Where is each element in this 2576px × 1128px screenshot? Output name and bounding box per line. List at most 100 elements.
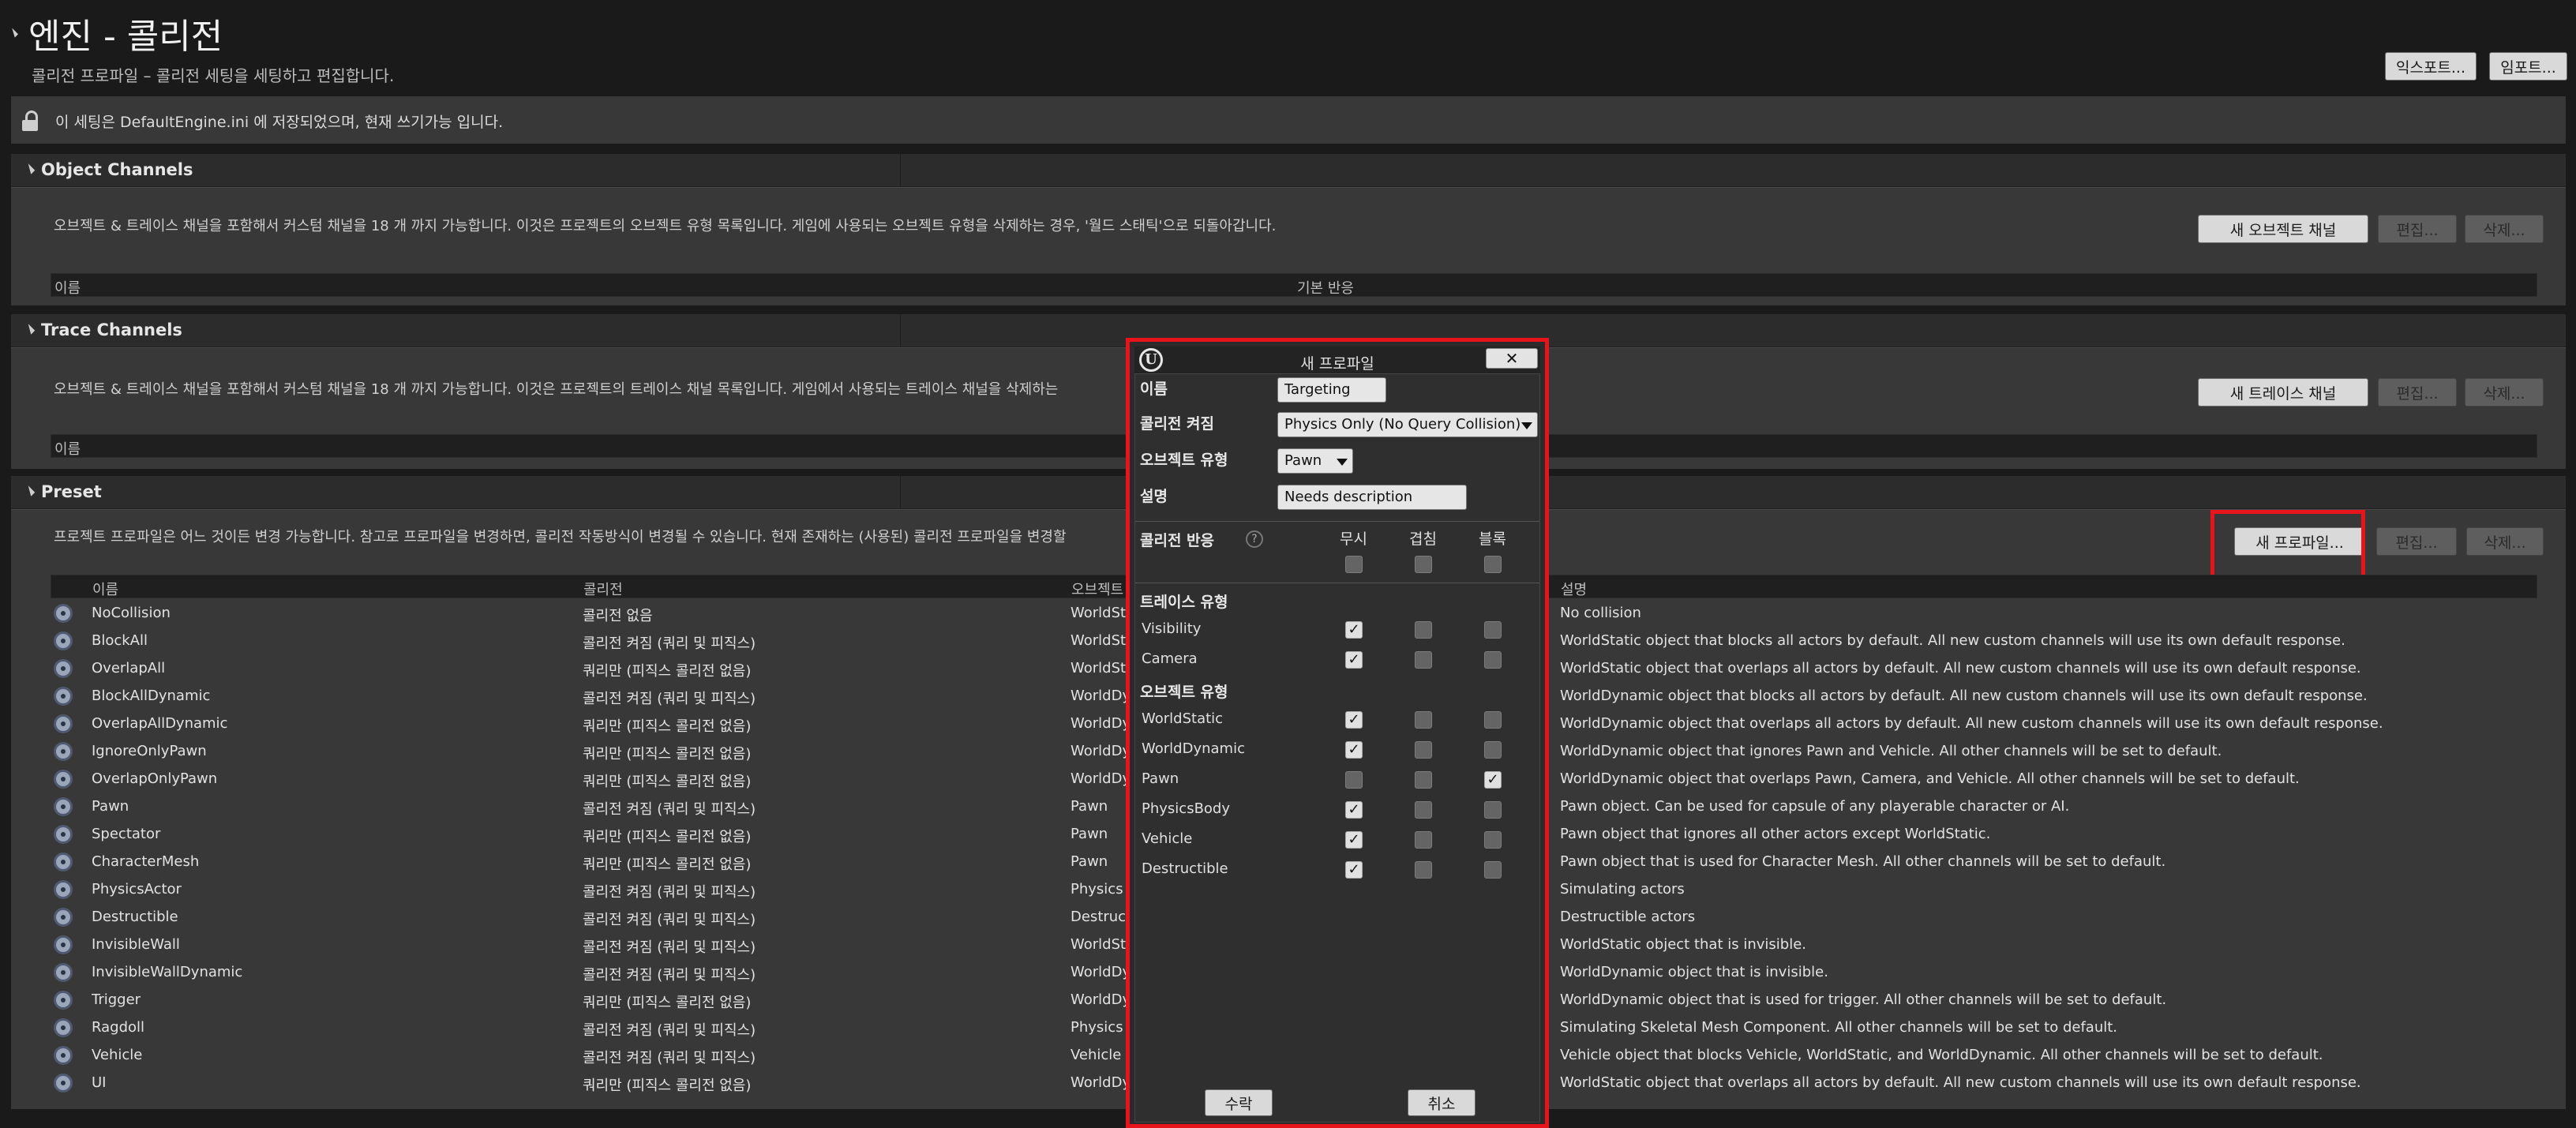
all-block-checkbox[interactable]: [1484, 556, 1502, 573]
overlap-checkbox[interactable]: [1415, 861, 1432, 879]
new-object-channel-button[interactable]: 새 오브젝트 채널: [2198, 215, 2368, 243]
row-description: Vehicle object that blocks Vehicle, Worl…: [1560, 1047, 2323, 1063]
block-checkbox[interactable]: [1484, 801, 1502, 819]
name-input[interactable]: Targeting: [1277, 377, 1386, 403]
row-object: WorldDy: [1071, 1074, 1131, 1091]
object-type-label: 오브젝트 유형: [1140, 452, 1228, 469]
row-name: BlockAll: [92, 632, 148, 649]
overlap-checkbox[interactable]: [1415, 831, 1432, 849]
row-object: WorldSt: [1071, 936, 1127, 953]
col-object[interactable]: 오브젝트: [1071, 579, 1123, 599]
row-object: WorldDy: [1071, 770, 1131, 787]
ignore-checkbox[interactable]: ✓: [1345, 711, 1363, 729]
collision-profile-icon: [54, 1018, 73, 1037]
col-block: 블록: [1479, 530, 1506, 548]
import-button[interactable]: 임포트...: [2489, 52, 2567, 81]
chevron-down-icon: [1521, 422, 1532, 429]
row-collision: 콜리전 없음: [583, 608, 653, 624]
block-checkbox[interactable]: [1484, 861, 1502, 879]
block-checkbox[interactable]: [1484, 711, 1502, 729]
block-checkbox[interactable]: [1484, 741, 1502, 759]
channel-label: WorldStatic: [1142, 710, 1224, 727]
accept-button[interactable]: 수락: [1205, 1089, 1273, 1116]
overlap-checkbox[interactable]: [1415, 741, 1432, 759]
object-channels-header[interactable]: Object Channels: [11, 154, 2566, 187]
row-name: Pawn: [92, 798, 129, 815]
row-description: Pawn object that ignores all other actor…: [1560, 826, 1991, 842]
overlap-checkbox[interactable]: [1415, 651, 1432, 669]
ignore-checkbox[interactable]: ✓: [1345, 801, 1363, 819]
all-overlap-checkbox[interactable]: [1415, 556, 1432, 573]
help-icon[interactable]: ?: [1246, 530, 1263, 548]
row-description: WorldDynamic object that overlaps Pawn, …: [1560, 770, 2300, 787]
ignore-checkbox[interactable]: ✓: [1345, 831, 1363, 849]
overlap-checkbox[interactable]: [1415, 711, 1432, 729]
row-object: Pawn: [1071, 798, 1108, 815]
collision-profile-icon: [54, 604, 73, 623]
collision-profile-icon: [54, 935, 73, 954]
row-object: WorldDy: [1071, 688, 1131, 704]
channel-label: PhysicsBody: [1142, 800, 1231, 817]
description-input[interactable]: Needs description: [1277, 485, 1467, 510]
object-type-header: 오브젝트 유형: [1140, 684, 1228, 701]
block-checkbox[interactable]: ✓: [1484, 771, 1502, 789]
row-collision: 쿼리만 (피직스 콜리전 없음): [583, 856, 752, 873]
ignore-checkbox[interactable]: ✓: [1345, 651, 1363, 669]
profile-edit-button: 편집...: [2376, 527, 2457, 556]
col-name[interactable]: 이름: [92, 579, 118, 599]
dialog-body: 이름 Targeting 콜리전 켜짐 Physics Only (No Que…: [1134, 373, 1540, 1122]
row-name: Vehicle: [92, 1047, 143, 1063]
ignore-checkbox[interactable]: ✓: [1345, 741, 1363, 759]
block-checkbox[interactable]: [1484, 831, 1502, 849]
channel-label: Camera: [1142, 650, 1198, 667]
col-name[interactable]: 이름: [54, 438, 81, 459]
new-trace-channel-button[interactable]: 새 트레이스 채널: [2198, 378, 2368, 407]
collision-profile-icon: [54, 963, 73, 982]
block-checkbox[interactable]: [1484, 651, 1502, 669]
overlap-checkbox[interactable]: [1415, 801, 1432, 819]
row-description: WorldStatic object that is invisible.: [1560, 936, 1807, 953]
object-channel-edit-button: 편집...: [2378, 215, 2457, 243]
row-description: No collision: [1560, 605, 1641, 621]
chevron-down-icon: [1337, 459, 1348, 466]
row-object: Destruc: [1071, 909, 1127, 925]
col-collision[interactable]: 콜리전: [583, 579, 623, 599]
channel-label: Visibility: [1142, 620, 1202, 637]
col-description[interactable]: 설명: [1561, 579, 1587, 599]
trace-channels-title: Trace Channels: [41, 320, 182, 339]
object-channels-title: Object Channels: [41, 160, 193, 179]
object-type-dropdown[interactable]: Pawn: [1277, 448, 1353, 474]
trace-channel-edit-button: 편집...: [2378, 378, 2457, 407]
overlap-checkbox[interactable]: [1415, 621, 1432, 639]
ignore-checkbox[interactable]: ✓: [1345, 861, 1363, 879]
block-checkbox[interactable]: [1484, 621, 1502, 639]
close-icon[interactable]: ✕: [1486, 348, 1538, 369]
export-button[interactable]: 익스포트...: [2385, 52, 2477, 81]
row-description: WorldDynamic object that ignores Pawn an…: [1560, 743, 2222, 759]
overlap-checkbox[interactable]: [1415, 771, 1432, 789]
collision-enabled-value: Physics Only (No Query Collision): [1284, 416, 1521, 433]
row-collision: 쿼리만 (피직스 콜리전 없음): [583, 663, 752, 680]
title-collapse-icon[interactable]: [8, 28, 19, 38]
row-name: InvisibleWall: [92, 936, 180, 953]
col-name[interactable]: 이름: [54, 277, 81, 298]
info-text: 이 세팅은 DefaultEngine.ini 에 저장되었으며, 현재 쓰기가…: [55, 114, 504, 131]
dialog-titlebar[interactable]: U 새 프로파일 ✕: [1134, 347, 1540, 373]
all-ignore-checkbox[interactable]: [1345, 556, 1363, 573]
row-name: Spectator: [92, 826, 161, 842]
collision-enabled-dropdown[interactable]: Physics Only (No Query Collision): [1277, 412, 1538, 437]
row-description: WorldDynamic object that overlaps all ac…: [1560, 715, 2383, 732]
ignore-checkbox[interactable]: ✓: [1345, 621, 1363, 639]
divider: [1135, 521, 1539, 522]
channel-label: WorldDynamic: [1142, 740, 1245, 757]
ignore-checkbox[interactable]: [1345, 771, 1363, 789]
row-name: IgnoreOnlyPawn: [92, 743, 207, 759]
cancel-button[interactable]: 취소: [1408, 1089, 1475, 1116]
col-default-response[interactable]: 기본 반응: [1297, 277, 1354, 298]
info-bar: 이 세팅은 DefaultEngine.ini 에 저장되었으며, 현재 쓰기가…: [11, 96, 2566, 144]
profile-delete-button: 삭제...: [2466, 527, 2544, 556]
collision-profile-icon: [54, 770, 73, 789]
row-name: BlockAllDynamic: [92, 688, 211, 704]
collision-profile-icon: [54, 687, 73, 706]
row-name: Ragdoll: [92, 1019, 145, 1036]
